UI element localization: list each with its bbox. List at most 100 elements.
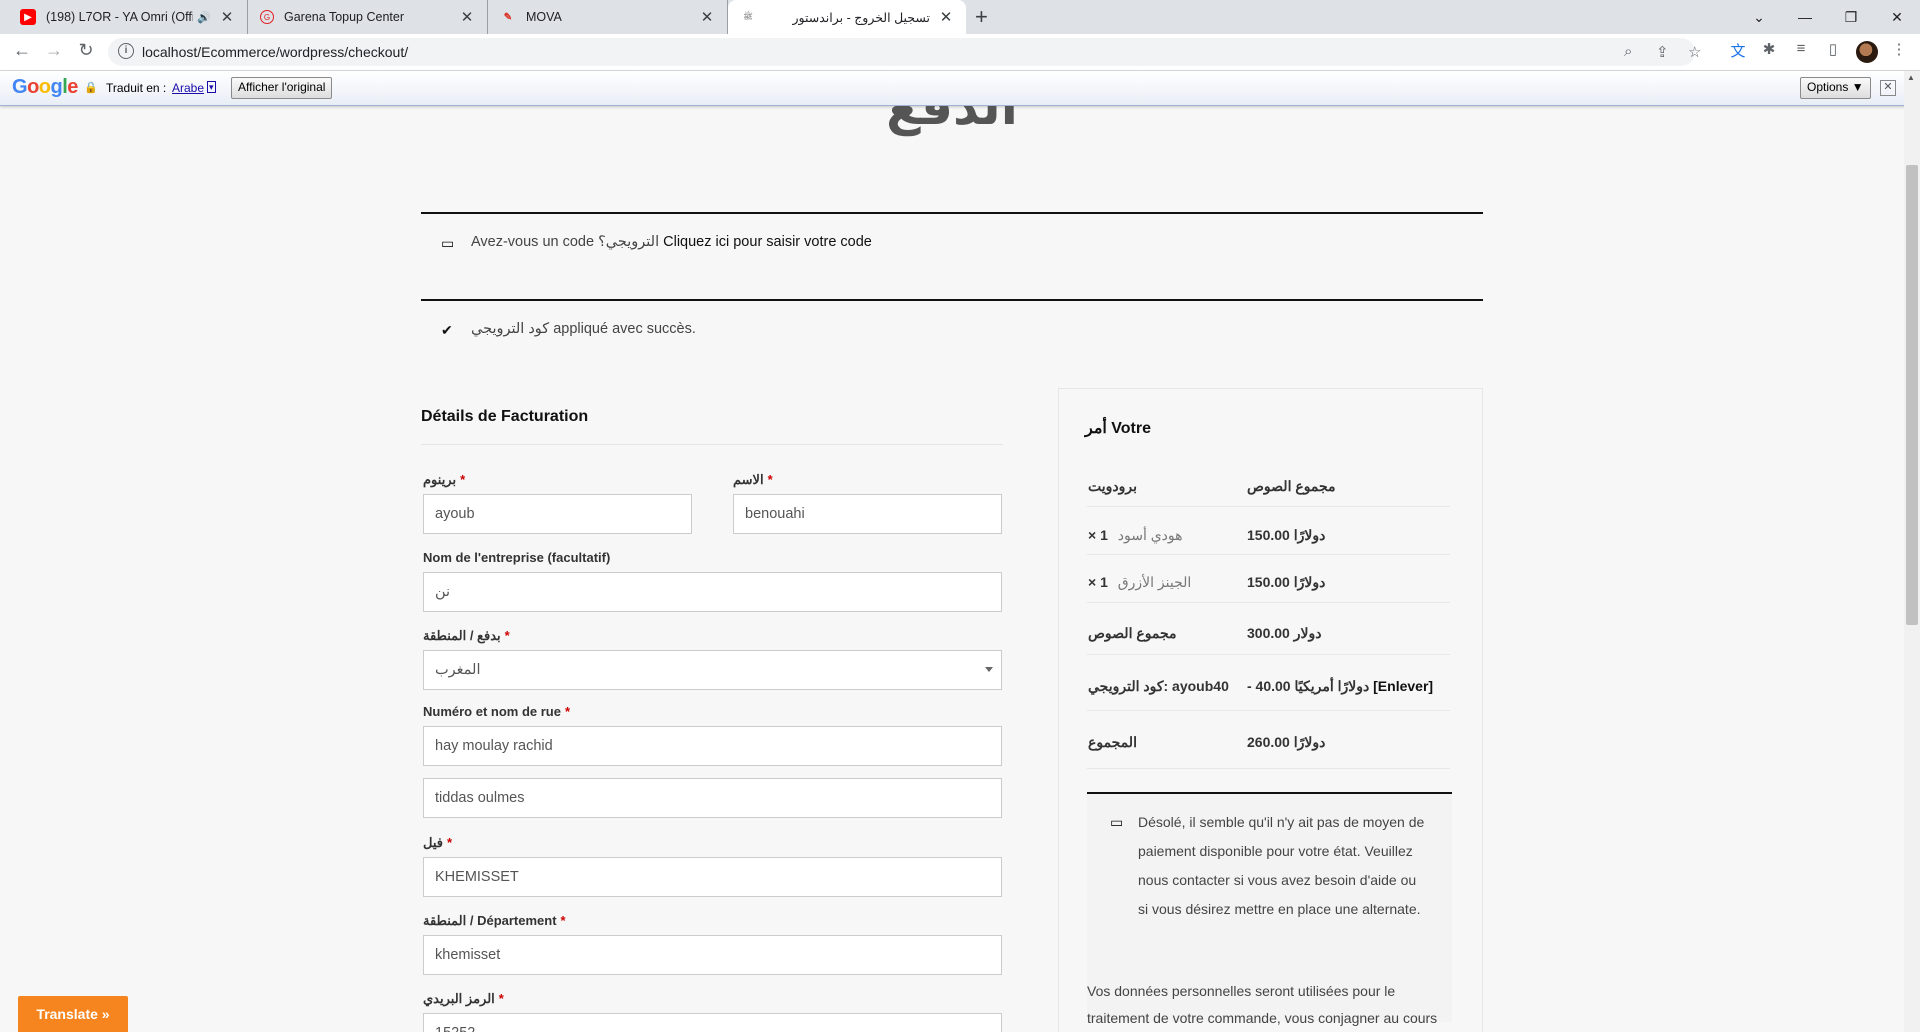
browser-toolbar: ← → ↻ i localhost/Ecommerce/wordpress/ch… [0,34,1920,71]
first-name-label: برينوم * [423,472,466,487]
show-original-button[interactable]: Afficher l'original [231,77,333,99]
check-circle-icon: ✔ [441,322,453,338]
checkout-page: الدفع ▭ Avez-vous un code الترويجي؟ Cliq… [0,106,1904,1032]
country-select[interactable]: المغرب [423,650,1002,690]
calendar-icon: ▭ [441,235,455,251]
zoom-icon[interactable]: ⌕ [1624,43,1632,60]
restore-icon[interactable]: ❐ [1828,0,1874,34]
tab-title: Garena Topup Center [284,10,404,24]
company-input[interactable]: نن [423,572,1002,612]
tab-mova[interactable]: ✎ MOVA ✕ [488,0,728,34]
street-address-2-input[interactable]: tiddas oulmes [423,778,1002,818]
translate-button[interactable]: Translate » [18,996,128,1032]
reload-icon[interactable]: ↻ [74,40,98,61]
item-price: 150.00 دولارًا [1247,574,1326,590]
coupon-label: كود الترويجي: ayoub40 [1088,678,1229,694]
menu-icon[interactable]: ⋮ [1888,40,1910,58]
google-translate-icon[interactable]: 文 [1727,40,1749,61]
new-tab-icon[interactable]: + [975,4,988,30]
media-control-icon[interactable]: ≡ [1790,40,1812,57]
street-address-input[interactable]: hay moulay rachid [423,726,1002,766]
last-name-input[interactable]: benouahi [733,494,1002,534]
state-input[interactable]: khemisset [423,935,1002,975]
tab-search-icon[interactable]: ⌄ [1736,0,1782,34]
divider [1087,654,1450,655]
tab-garena[interactable]: G Garena Topup Center ✕ [248,0,488,34]
close-tab-icon[interactable]: ✕ [219,8,235,26]
item-price: 150.00 دولارًا [1247,527,1326,543]
coupon-prompt-text: Avez-vous un code الترويجي؟ [471,234,660,250]
order-item: × 1 الجينز الأزرق [1088,574,1192,590]
tab-strip: ▶ (198) L7OR - YA Omri (Officia 🔊 ✕ G Ga… [0,0,1920,34]
success-notice: ✔ كود الترويجي appliqué avec succès. [421,299,1483,357]
garena-icon: G [260,10,274,24]
coupon-notice: ▭ Avez-vous un code الترويجي؟ Cliquez ic… [421,212,1483,270]
tab-checkout[interactable]: ﷺ تسجيل الخروج - براندستور ✕ [728,0,966,34]
state-label: المنطقة / Département * [423,913,566,928]
mova-icon: ✎ [503,11,513,23]
scroll-up-icon[interactable]: ▲ [1907,73,1915,82]
company-label: Nom de l'entreprise (facultatif) [423,550,611,565]
street-label: Numéro et nom de rue * [423,704,571,719]
minimize-icon[interactable]: — [1782,0,1828,34]
divider [1087,768,1450,769]
country-label: بدفع / المنطقة * [423,628,510,643]
payment-notice-text: Désolé, il semble qu'il n'y ait pas de m… [1138,814,1425,917]
forward-icon[interactable]: → [42,40,66,61]
subtotal-label: مجموع الصوص [1088,625,1177,641]
total-label: المجموع [1088,734,1137,750]
google-translate-bar: Google 🔒 Traduit en : Arabe ▾ Afficher l… [0,71,1920,106]
calendar-icon: ▭ [1110,814,1124,830]
city-input[interactable]: KHEMISSET [423,857,1002,897]
close-tab-icon[interactable]: ✕ [459,8,475,26]
divider [1087,710,1450,711]
billing-heading: Détails de Facturation [421,408,589,425]
divider [1087,602,1450,603]
site-icon: ﷺ [743,12,753,21]
subtotal-value: 300.00 دولار [1247,625,1322,641]
divider [421,444,1003,445]
language-select[interactable]: Arabe [172,81,204,95]
scrollbar-thumb[interactable] [1906,165,1918,625]
url-text[interactable]: localhost/Ecommerce/wordpress/checkout/ [142,44,408,60]
close-tab-icon[interactable]: ✕ [938,8,954,26]
share-icon[interactable]: ⇪ [1656,43,1669,61]
enter-coupon-link[interactable]: Cliquez ici pour saisir votre code [663,234,872,250]
language-dropdown-icon[interactable]: ▾ [207,81,216,93]
privacy-text: Vos données personnelles seront utilisée… [1087,983,1438,1026]
first-name-input[interactable]: ayoub [423,494,692,534]
remove-coupon-link[interactable]: [Enlever] [1373,678,1433,694]
page-title: الدفع [886,106,1018,136]
postcode-label: الرمز البريدي * [423,991,504,1006]
tab-youtube[interactable]: ▶ (198) L7OR - YA Omri (Officia 🔊 ✕ [8,0,248,34]
postcode-input[interactable]: 15252 [423,1013,1002,1032]
bookmark-star-icon[interactable]: ☆ [1688,43,1701,61]
city-label: فيل * [423,835,453,850]
translated-to-label: Traduit en : [106,81,167,95]
close-tab-icon[interactable]: ✕ [699,8,715,26]
coupon-value: - 40.00 دولارًا أمريكيًا [Enlever] [1247,678,1434,694]
extensions-icon[interactable]: ✱ [1758,40,1780,58]
google-logo: Google [12,76,78,98]
divider [1087,554,1450,555]
order-heading: أمر Votre [1085,420,1151,437]
close-translate-bar-icon[interactable]: ✕ [1880,80,1896,96]
address-bar[interactable]: i localhost/Ecommerce/wordpress/checkout… [108,38,1701,66]
tab-title: تسجيل الخروج - براندستور [792,10,931,25]
youtube-icon: ▶ [20,9,36,25]
product-column-header: برودويت [1088,478,1138,494]
close-window-icon[interactable]: ✕ [1874,0,1920,34]
back-icon[interactable]: ← [10,40,34,61]
side-panel-icon[interactable]: ▯ [1822,40,1844,58]
country-value: المغرب [435,662,481,678]
chevron-down-icon [985,667,993,672]
site-info-icon[interactable]: i [118,43,134,59]
options-button[interactable]: Options ▼ [1800,77,1871,99]
speaker-icon[interactable]: 🔊 [197,11,211,24]
subtotal-column-header: مجموع الصوص [1247,478,1336,494]
lock-icon: 🔒 [84,82,98,94]
last-name-label: الاسم * [733,472,773,487]
divider [1087,506,1450,507]
profile-avatar[interactable] [1856,41,1878,63]
success-text: كود الترويجي appliqué avec succès. [471,321,696,337]
